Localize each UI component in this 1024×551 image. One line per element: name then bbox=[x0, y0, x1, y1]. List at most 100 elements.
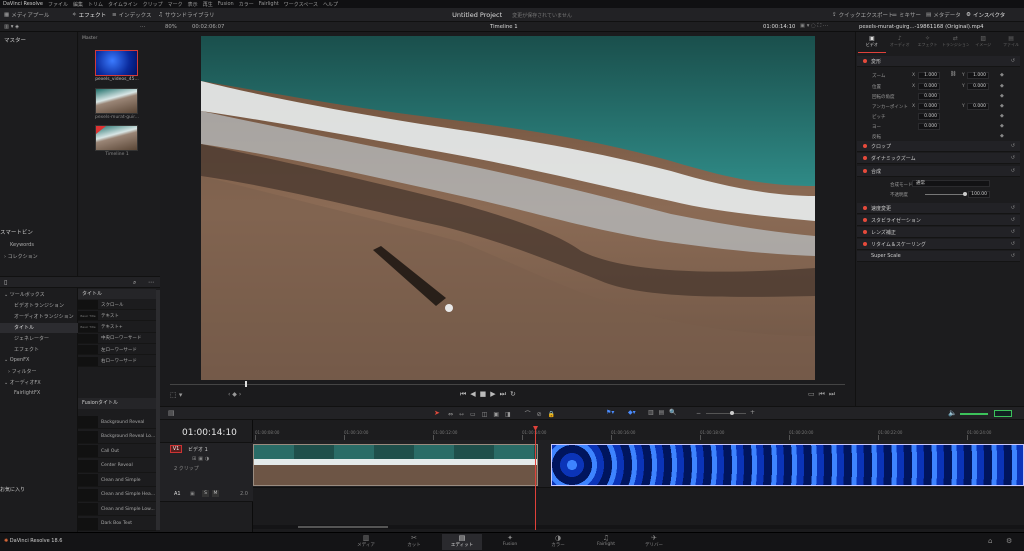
menu-item[interactable]: 編集 bbox=[73, 1, 83, 8]
timeline-scrollbar-thumb[interactable] bbox=[298, 526, 388, 528]
reset-icon[interactable]: ↺ bbox=[1011, 229, 1015, 235]
clip-thumbnail-jellyfish[interactable] bbox=[95, 50, 138, 76]
reset-icon[interactable]: ↺ bbox=[1011, 58, 1015, 64]
tree-generators[interactable]: ジェネレーター bbox=[14, 335, 49, 342]
playhead-line[interactable] bbox=[535, 430, 536, 530]
zoom-slider-handle[interactable] bbox=[730, 411, 734, 415]
prop-value-anchor-y[interactable]: 0.000 bbox=[967, 103, 989, 110]
metadata-button[interactable]: ▤ メタデータ bbox=[926, 10, 961, 20]
menu-item[interactable]: 再生 bbox=[203, 1, 213, 8]
keyframe-icon[interactable]: ◆ bbox=[1000, 103, 1004, 109]
a1-mute-button[interactable]: M bbox=[212, 490, 219, 497]
page-tab[interactable]: ✂ カット bbox=[394, 534, 434, 550]
keyframe-icon[interactable]: ◆ bbox=[1000, 123, 1004, 129]
section-enable-icon[interactable] bbox=[863, 59, 867, 63]
inspector-button[interactable]: ⚙ インスペクタ bbox=[966, 10, 1005, 20]
tree-audio-transitions[interactable]: オーディオトランジション bbox=[14, 313, 74, 320]
settings-icon[interactable]: ⚙ bbox=[1006, 537, 1012, 545]
sound-library-button[interactable]: ♫ サウンドライブラリ bbox=[158, 10, 214, 20]
inspector-tab[interactable]: ▣ ビデオ bbox=[858, 35, 886, 53]
inspector-section[interactable]: スタビライゼーション ↺ bbox=[857, 215, 1020, 226]
reset-icon[interactable]: ↺ bbox=[1011, 155, 1015, 161]
section-enable-icon[interactable] bbox=[863, 242, 867, 246]
menu-item[interactable]: Fairlight bbox=[259, 1, 279, 7]
opacity-slider-handle[interactable] bbox=[963, 192, 967, 196]
tree-titles[interactable]: タイトル bbox=[0, 323, 78, 333]
fusion-title-item[interactable]: Clean and Simple Low... bbox=[78, 503, 156, 516]
prop-value-zoom-y[interactable]: 1.000 bbox=[967, 72, 989, 79]
section-enable-icon[interactable] bbox=[863, 254, 867, 258]
prop-value-position-y[interactable]: 0.000 bbox=[967, 83, 989, 90]
a1-solo-button[interactable]: S bbox=[202, 490, 209, 497]
view-toggle-icon[interactable]: ▥ ▾ ◈ bbox=[4, 24, 19, 30]
section-enable-icon[interactable] bbox=[863, 230, 867, 234]
menu-item[interactable]: 表示 bbox=[188, 1, 198, 8]
titles-header[interactable]: タイトル bbox=[78, 289, 156, 299]
keyframe-icon[interactable]: ◆ bbox=[1000, 72, 1004, 78]
reset-icon[interactable]: ↺ bbox=[1011, 143, 1015, 149]
v1-label[interactable]: V1 bbox=[170, 445, 182, 453]
inspector-section[interactable]: リタイム＆スケーリング ↺ bbox=[857, 239, 1020, 250]
zoom-tools-icons[interactable]: ▥▤🔍 bbox=[648, 409, 682, 416]
tree-video-transitions[interactable]: ビデオトランジション bbox=[14, 302, 64, 309]
zoom-slider[interactable] bbox=[706, 413, 746, 414]
keyframe-icon[interactable]: ◆ bbox=[1000, 83, 1004, 89]
inspector-tab[interactable]: ▨ イメージ bbox=[969, 35, 997, 53]
v1-track-controls[interactable]: ⊞▣◑ bbox=[192, 456, 211, 462]
tree-toolbox[interactable]: ⌄ ツールボックス bbox=[4, 291, 45, 298]
scrub-bar[interactable] bbox=[170, 384, 845, 385]
section-enable-icon[interactable] bbox=[863, 156, 867, 160]
page-tab[interactable]: ◑ カラー bbox=[538, 534, 578, 550]
layout-icon[interactable]: ▤ bbox=[168, 409, 175, 417]
title-item[interactable]: 右ローワーサード bbox=[78, 356, 156, 367]
a1-lock-icon[interactable]: ▣ bbox=[190, 491, 195, 497]
inspector-section[interactable]: Super Scale ↺ bbox=[857, 251, 1020, 262]
section-enable-icon[interactable] bbox=[863, 144, 867, 148]
link-icon[interactable]: ⛓ bbox=[950, 71, 956, 77]
title-item[interactable]: Basic Title テキスト bbox=[78, 311, 156, 322]
fusion-title-item[interactable]: Background Reveal bbox=[78, 416, 156, 429]
inspector-section[interactable]: 合成 ↺ bbox=[857, 166, 1020, 177]
prop-value-anchor-x[interactable]: 0.000 bbox=[918, 103, 940, 110]
effects-button[interactable]: ✧ エフェクト bbox=[72, 10, 106, 20]
title-item[interactable]: スクロール bbox=[78, 300, 156, 310]
menu-item[interactable]: DaVinci Resolve bbox=[3, 1, 43, 7]
tree-fairlightfx[interactable]: FairlightFX bbox=[14, 390, 40, 396]
title-item[interactable]: 左ローワーサード bbox=[78, 345, 156, 356]
more-options-icon[interactable]: ⋯ bbox=[148, 279, 154, 286]
section-enable-icon[interactable] bbox=[863, 169, 867, 173]
sidebar-toggle-icon[interactable]: ▯ bbox=[4, 279, 7, 286]
edit-index-button[interactable]: ≡ インデックス bbox=[112, 10, 151, 20]
page-tab[interactable]: ♫ Fairlight bbox=[586, 534, 626, 550]
prop-value-yaw-x[interactable]: 0.000 bbox=[918, 123, 940, 130]
zoom-in-icon[interactable]: + bbox=[750, 409, 755, 416]
menu-item[interactable]: Fusion bbox=[218, 1, 234, 7]
edit-tools-icons[interactable]: ⇔⇿▭◫▣◨ ⌒⊘🔒 bbox=[448, 409, 561, 418]
viewer-options-icon[interactable]: ▣ ▾ ◌ ⛶ ⋯ bbox=[800, 23, 828, 30]
inspector-section[interactable]: 速度変更 ↺ bbox=[857, 203, 1020, 214]
timeline-ruler[interactable]: 01:00:08:00 01:00:10:00 01:00:12:00 01:00:1… bbox=[253, 420, 1024, 440]
menu-item[interactable]: ファイル bbox=[48, 1, 68, 8]
inspector-section[interactable]: クロップ ↺ bbox=[857, 141, 1020, 152]
zoom-level[interactable]: 80% bbox=[165, 24, 177, 30]
inspector-tab[interactable]: ✧ エフェクト bbox=[914, 35, 942, 53]
video-frame[interactable] bbox=[201, 36, 815, 380]
menu-item[interactable]: タイムライン bbox=[108, 1, 138, 8]
prop-value-zoom-x[interactable]: 1.000 bbox=[918, 72, 940, 79]
marker-icon[interactable]: ◆▾ bbox=[628, 409, 636, 416]
zoom-out-icon[interactable]: − bbox=[696, 410, 701, 417]
menu-item[interactable]: ヘルプ bbox=[323, 1, 338, 8]
reset-icon[interactable]: ↺ bbox=[1011, 205, 1015, 211]
volume-icon[interactable]: 🔈 bbox=[948, 409, 957, 417]
flag-icon[interactable]: ⚑▾ bbox=[606, 409, 614, 416]
blend-mode-dropdown[interactable]: 通常 bbox=[912, 180, 990, 187]
v1-track-name[interactable]: ビデオ 1 bbox=[188, 446, 208, 453]
section-enable-icon[interactable] bbox=[863, 206, 867, 210]
keyframe-icon[interactable]: ◆ bbox=[1000, 133, 1004, 139]
inspector-tab[interactable]: ▤ ファイル bbox=[997, 35, 1024, 53]
opacity-value[interactable]: 100.00 bbox=[968, 191, 990, 198]
transport-controls[interactable]: ⏮◀■▶⏭↻ bbox=[460, 390, 520, 399]
title-item[interactable]: 中央ローワーサード bbox=[78, 333, 156, 344]
tree-effects[interactable]: エフェクト bbox=[14, 346, 39, 353]
page-tab[interactable]: ▤ エディット bbox=[442, 534, 482, 550]
